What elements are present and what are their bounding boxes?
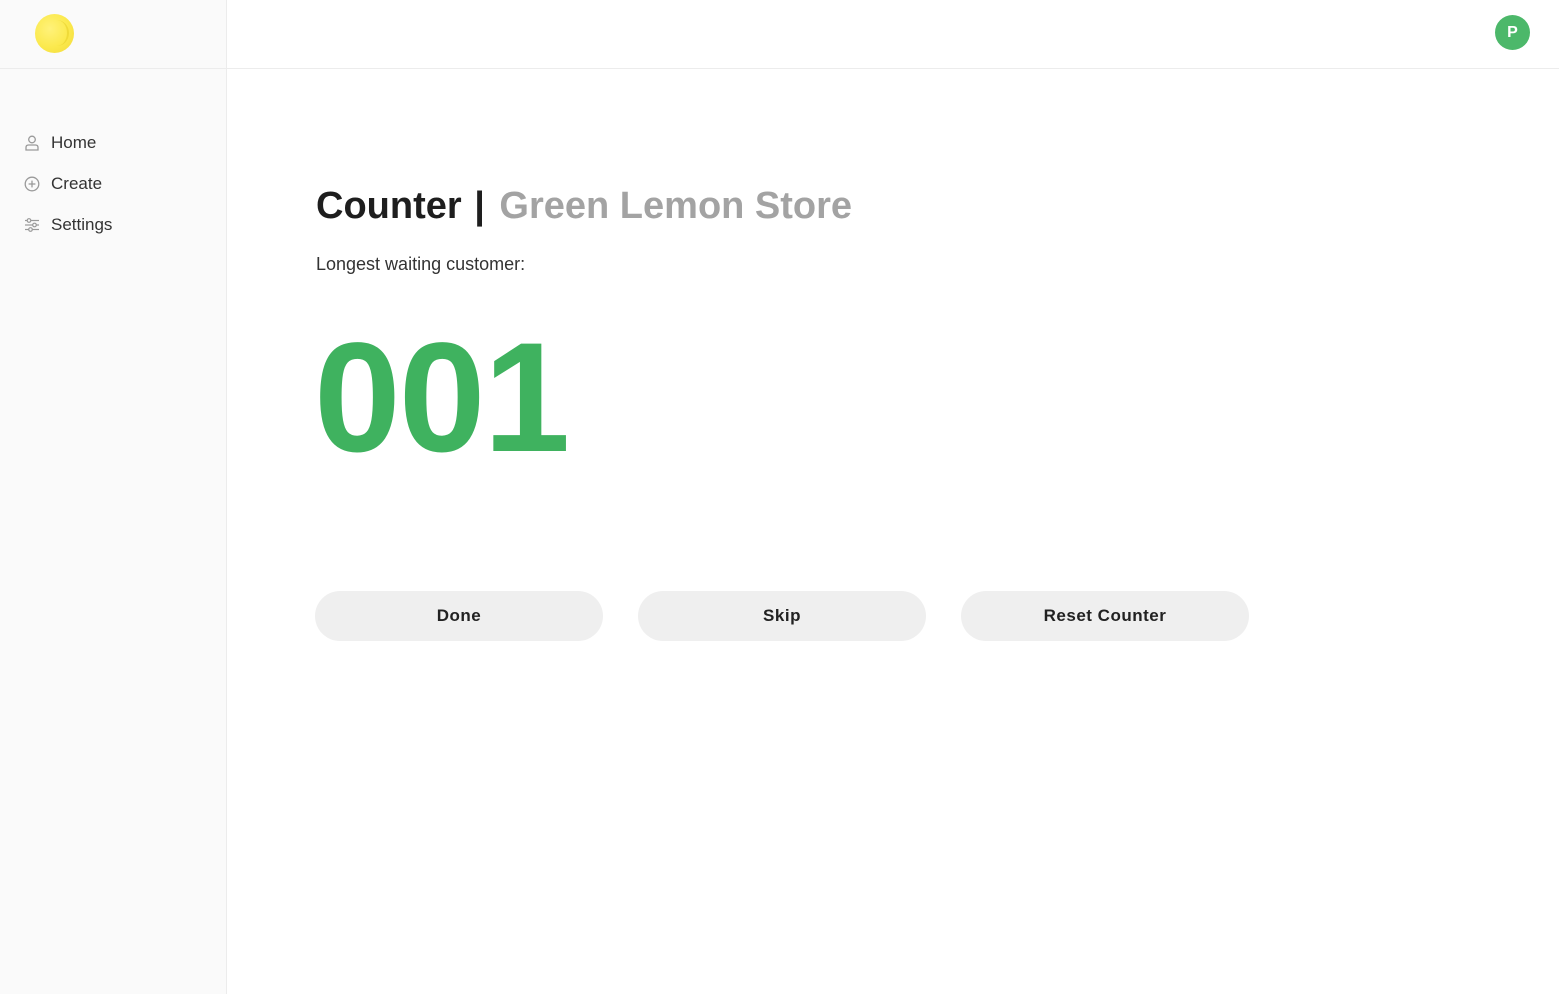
sidebar-item-settings[interactable]: Settings [0, 204, 226, 245]
store-name: Green Lemon Store [499, 185, 853, 227]
page-title-main: Counter [316, 185, 462, 227]
user-icon [24, 135, 40, 151]
done-button[interactable]: Done [315, 591, 603, 641]
reset-counter-button[interactable]: Reset Counter [961, 591, 1249, 641]
app-root: Home Create Settings P Counter | Green L… [0, 0, 1559, 994]
main-content: Counter | Green Lemon Store Longest wait… [314, 180, 1416, 485]
page-title: Counter | Green Lemon Store [316, 180, 1416, 232]
sliders-icon [24, 217, 40, 233]
sidebar-nav: Home Create Settings [0, 122, 226, 245]
plus-circle-icon [24, 176, 40, 192]
sidebar-item-create[interactable]: Create [0, 163, 226, 204]
waiting-customer-label: Longest waiting customer: [316, 254, 526, 274]
top-bar: P [227, 0, 1559, 69]
sidebar-item-home[interactable]: Home [0, 122, 226, 163]
counter-number: 001 [314, 311, 570, 485]
skip-button[interactable]: Skip [638, 591, 926, 641]
sidebar: Home Create Settings [0, 0, 227, 994]
lemon-logo-icon[interactable] [35, 14, 74, 53]
action-buttons: Done Skip Reset Counter [315, 591, 1249, 641]
sidebar-item-label: Create [51, 173, 103, 193]
avatar[interactable]: P [1495, 15, 1530, 50]
sidebar-item-label: Settings [51, 214, 113, 234]
title-separator: | [474, 185, 485, 227]
sidebar-item-label: Home [51, 132, 97, 152]
logo-area [0, 0, 226, 69]
